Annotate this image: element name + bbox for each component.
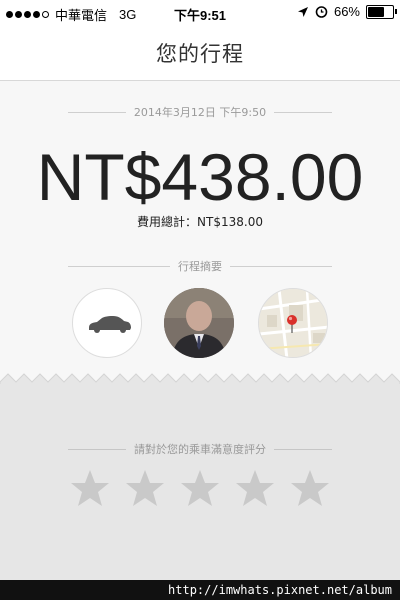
alarm-icon <box>315 6 328 18</box>
trip-datetime: 2014年3月12日 下午9:50 <box>133 106 267 119</box>
status-right: 66% <box>297 4 397 19</box>
battery-icon <box>366 4 397 19</box>
trip-map-button[interactable] <box>258 288 328 358</box>
star-icon[interactable] <box>180 468 220 508</box>
rating-divider: 請對於您的乘車滿意度評分 <box>68 440 332 458</box>
fare-amount: NT$438.00 <box>36 140 364 214</box>
status-bar: 中華電信 3G 下午9:51 66% <box>0 0 400 26</box>
vehicle-button[interactable] <box>72 288 142 358</box>
receipt-panel: 2014年3月12日 下午9:50 NT$438.00 費用總計：NT$138.… <box>0 81 400 381</box>
car-icon <box>89 316 131 333</box>
star-icon[interactable] <box>235 468 275 508</box>
watermark-url: http://imwhats.pixnet.net/album <box>0 580 400 600</box>
datetime-divider: 2014年3月12日 下午9:50 <box>68 103 333 121</box>
summary-label: 行程摘要 <box>178 260 222 273</box>
driver-photo <box>164 288 234 358</box>
rating-prompt: 請對於您的乘車滿意度評分 <box>134 443 266 456</box>
map-icon <box>259 289 327 357</box>
location-arrow-icon <box>297 6 308 17</box>
fare-subtotal: 費用總計：NT$138.00 <box>137 215 263 229</box>
star-icon[interactable] <box>70 468 110 508</box>
rating-panel: 請對於您的乘車滿意度評分 <box>0 384 400 580</box>
battery-percent: 66% <box>333 4 360 19</box>
summary-divider: 行程摘要 <box>68 257 332 275</box>
page-title: 您的行程 <box>156 42 244 66</box>
star-icon[interactable] <box>125 468 165 508</box>
star-icon[interactable] <box>290 468 330 508</box>
driver-photo-button[interactable] <box>164 288 234 358</box>
star-rating <box>70 468 330 508</box>
nav-header: 您的行程 <box>0 26 400 81</box>
